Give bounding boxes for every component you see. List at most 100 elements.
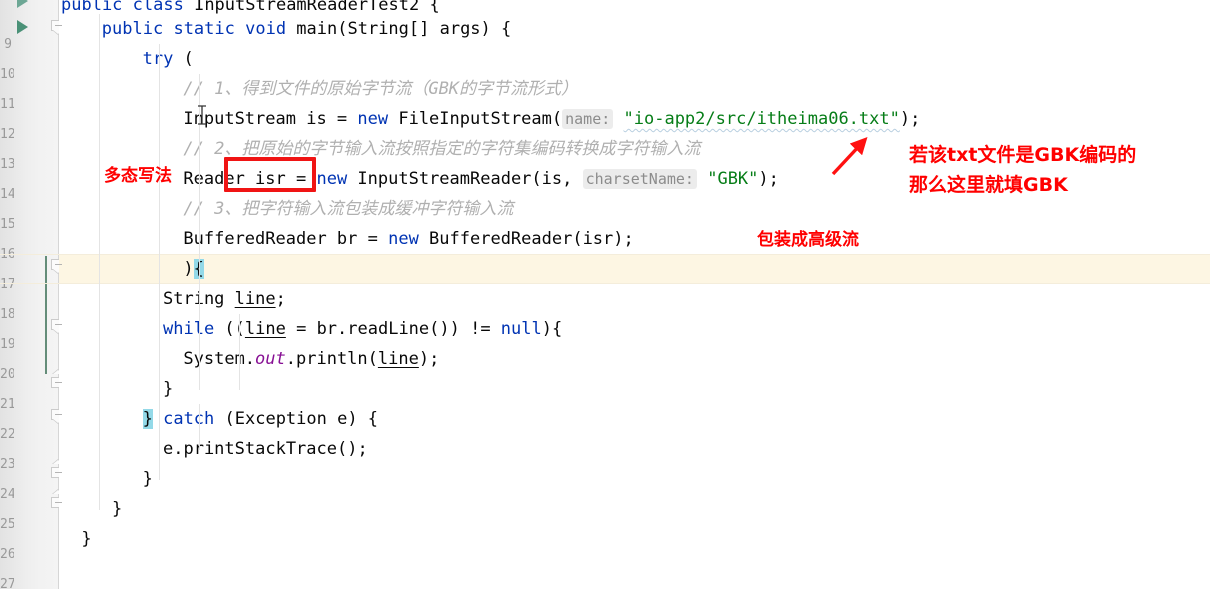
code-token: out bbox=[255, 349, 286, 369]
code-token: "GBK" bbox=[707, 169, 759, 189]
code-line[interactable]: BufferedReader br = new BufferedReader(i… bbox=[59, 224, 1210, 254]
code-line[interactable]: while ((line = br.readLine()) != null){ bbox=[59, 314, 1210, 344]
code-token: isr = bbox=[244, 169, 317, 189]
line-number: 21 bbox=[0, 397, 14, 412]
line-number: 23 bbox=[0, 457, 14, 472]
code-editor[interactable]: 9 10 11 12 13 14 15 16 17 18 19 20 21 22 23 24 25 26 27 pu… bbox=[0, 0, 1210, 589]
code-token: { bbox=[193, 259, 204, 279]
code-token: BufferedReader br = bbox=[183, 229, 389, 249]
line-number: 19 bbox=[0, 337, 14, 352]
code-token: (( bbox=[224, 319, 245, 339]
line-number: 18 bbox=[0, 307, 14, 322]
code-token: static bbox=[173, 19, 246, 39]
code-token: ){ bbox=[541, 319, 563, 339]
line-number: 20 bbox=[0, 367, 14, 382]
code-line[interactable]: // 1、得到文件的原始字节流（GBK的字节流形式） bbox=[59, 74, 1210, 104]
line-number bbox=[0, 0, 14, 30]
code-token: public bbox=[61, 0, 133, 14]
code-token: } bbox=[142, 469, 153, 489]
line-number: 26 bbox=[0, 547, 14, 562]
code-token: } bbox=[112, 499, 123, 519]
code-token: line bbox=[377, 349, 419, 369]
line-number: 13 bbox=[0, 157, 14, 172]
line-number: 9 bbox=[4, 37, 12, 52]
line-number: 16 bbox=[0, 247, 14, 262]
code-line[interactable]: } bbox=[59, 524, 1210, 554]
code-token: new bbox=[357, 109, 399, 129]
code-line[interactable]: InputStream is = new FileInputStream(nam… bbox=[59, 104, 1210, 134]
line-number: 15 bbox=[0, 217, 14, 232]
line-number: 10 bbox=[0, 67, 14, 82]
code-token: main bbox=[296, 19, 338, 39]
code-token: ( bbox=[183, 49, 194, 69]
code-token: line bbox=[234, 289, 276, 309]
code-token: InputStreamReaderTest2 { bbox=[194, 0, 440, 14]
code-token: // 3、把字符输入流包装成缓冲字符输入流 bbox=[183, 199, 514, 219]
line-number: 11 bbox=[0, 97, 14, 112]
code-line[interactable]: } bbox=[59, 494, 1210, 524]
i-beam-cursor bbox=[196, 105, 208, 129]
code-line[interactable]: } catch (Exception e) { bbox=[59, 404, 1210, 434]
code-token: InputStreamReader(is, bbox=[357, 169, 583, 189]
code-token: (String[] args) { bbox=[337, 19, 512, 39]
code-token: ); bbox=[899, 109, 921, 129]
code-token: class bbox=[132, 0, 195, 14]
code-token: while bbox=[163, 319, 225, 339]
code-token: // 1、得到文件的原始字节流（GBK的字节流形式） bbox=[183, 79, 579, 99]
code-line[interactable]: try ( bbox=[59, 44, 1210, 74]
code-token: } bbox=[81, 529, 92, 549]
code-token: line bbox=[244, 319, 286, 339]
code-token: ; bbox=[275, 289, 286, 309]
code-line[interactable]: public static void main(String[] args) { bbox=[59, 14, 1210, 44]
line-number: 27 bbox=[0, 577, 14, 589]
vcs-change-bar bbox=[45, 256, 47, 374]
run-gutter-icon-partial[interactable] bbox=[17, 0, 28, 8]
line-number: 14 bbox=[0, 187, 14, 202]
code-token: FileInputStream( bbox=[398, 109, 563, 129]
code-line[interactable]: public class InputStreamReaderTest2 { bbox=[59, 0, 1210, 14]
code-token: void bbox=[245, 19, 297, 39]
line-number: 22 bbox=[0, 427, 14, 442]
code-line[interactable]: e.printStackTrace(); bbox=[59, 434, 1210, 464]
annotation-gbk-line2: 那么这里就填GBK bbox=[909, 174, 1068, 196]
code-token: ); bbox=[418, 349, 440, 369]
code-token: name: bbox=[562, 109, 614, 129]
line-number: 12 bbox=[0, 127, 14, 142]
code-token: null bbox=[500, 319, 542, 339]
code-token: BufferedReader(isr); bbox=[429, 229, 634, 249]
code-token: = br.readLine()) != bbox=[285, 319, 501, 339]
code-token: .println( bbox=[285, 349, 378, 369]
code-token: } bbox=[163, 379, 174, 399]
line-number: 25 bbox=[0, 517, 14, 532]
code-token: Reader bbox=[183, 169, 245, 189]
code-token: catch bbox=[163, 409, 225, 429]
line-number: 24 bbox=[0, 487, 14, 502]
run-gutter-icon[interactable] bbox=[17, 20, 28, 34]
code-line[interactable]: } bbox=[59, 374, 1210, 404]
annotation-polymorphism: 多态写法 bbox=[104, 166, 172, 186]
code-token: ); bbox=[758, 169, 779, 189]
code-token: (Exception e) { bbox=[224, 409, 379, 429]
code-token: String bbox=[163, 289, 235, 309]
code-token: "io-app2/src/itheima06.txt" bbox=[623, 109, 900, 129]
code-line[interactable]: } bbox=[59, 464, 1210, 494]
code-token: try bbox=[142, 49, 184, 69]
code-token: ) bbox=[183, 259, 194, 279]
code-line[interactable]: ){ bbox=[0, 254, 1210, 284]
code-token: } bbox=[142, 409, 153, 429]
code-token: InputStream is = bbox=[183, 109, 358, 129]
code-token: public bbox=[101, 19, 174, 39]
pointer-arrow bbox=[828, 136, 874, 182]
code-token: // 2、把原始的字节输入流按照指定的字符集编码转换成字符输入流 bbox=[183, 139, 701, 159]
line-number: 17 bbox=[0, 277, 14, 292]
code-line[interactable]: System.out.println(line); bbox=[59, 344, 1210, 374]
annotation-gbk-line1: 若该txt文件是GBK编码的 bbox=[909, 144, 1137, 166]
code-token: e.printStackTrace(); bbox=[163, 439, 368, 459]
code-token: System. bbox=[183, 349, 256, 369]
annotation-wrap-advanced-stream: 包装成高级流 bbox=[757, 230, 859, 250]
code-text-area[interactable]: public class InputStreamReaderTest2 {pub… bbox=[0, 0, 1210, 589]
code-line[interactable]: String line; bbox=[59, 284, 1210, 314]
